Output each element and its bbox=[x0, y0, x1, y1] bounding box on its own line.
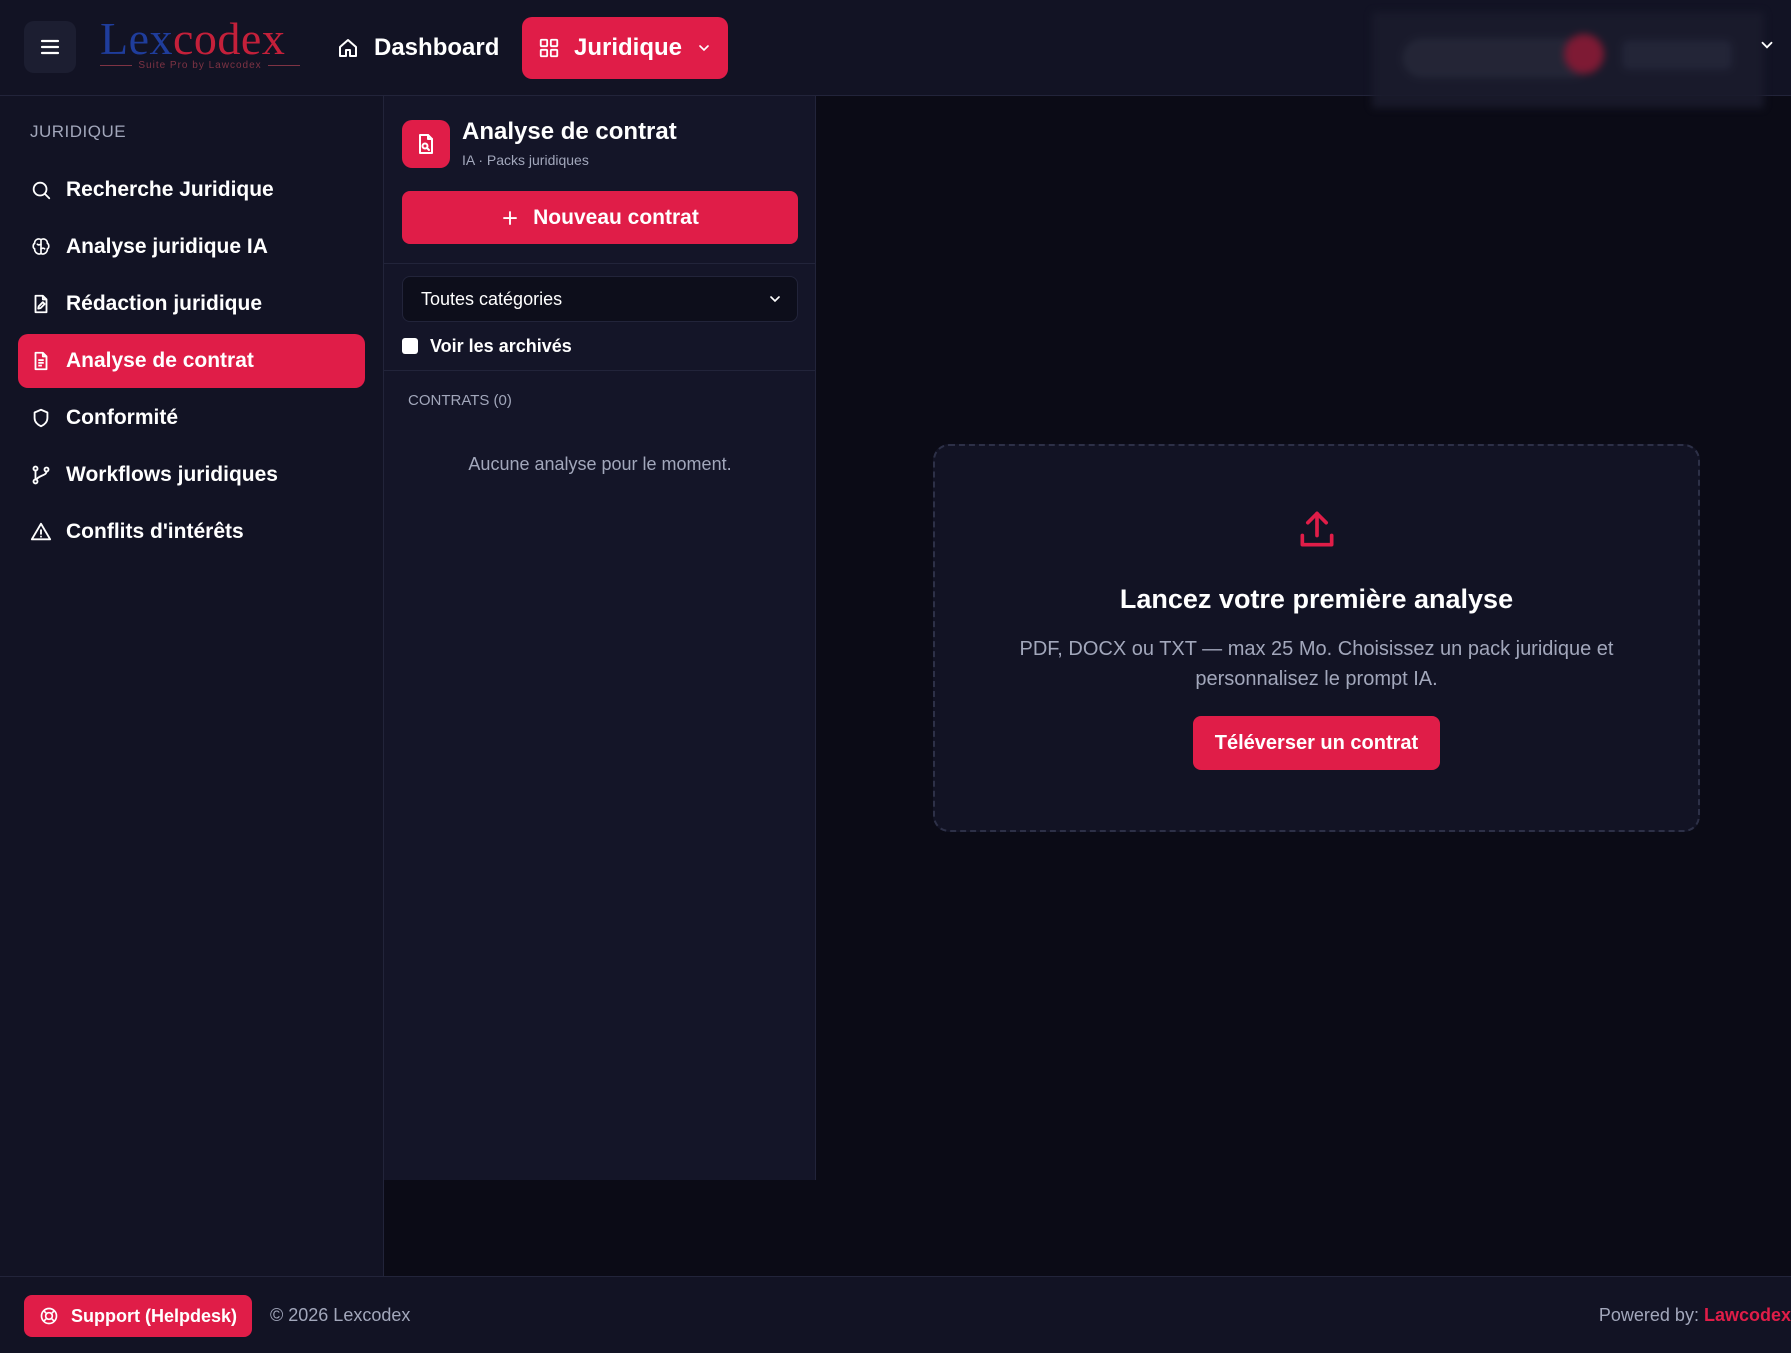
upload-title: Lancez votre première analyse bbox=[1119, 584, 1514, 614]
upload-contract-button[interactable]: Téléverser un contrat bbox=[1193, 716, 1440, 770]
logo-wordmark: Lexcodex bbox=[100, 13, 286, 64]
brain-icon bbox=[32, 238, 50, 255]
archive-toggle[interactable]: Voir les archivés bbox=[402, 334, 572, 358]
document-edit-icon bbox=[34, 294, 48, 314]
powered-by-link[interactable]: Lawcodex bbox=[1704, 1305, 1791, 1325]
sidebar-section-title: JURIDIQUE bbox=[30, 122, 127, 141]
chevron-down-icon bbox=[699, 45, 709, 52]
sidebar-item-redaction[interactable]: Rédaction juridique bbox=[18, 277, 365, 331]
contracts-panel: Analyse de contrat IA · Packs juridiques… bbox=[384, 96, 816, 1180]
home-icon bbox=[339, 39, 357, 57]
copyright-text: © 2026 Lexcodex bbox=[270, 1305, 411, 1325]
category-select[interactable]: Toutes catégories bbox=[402, 276, 798, 322]
archive-label: Voir les archivés bbox=[430, 335, 572, 356]
sidebar: JURIDIQUE Recherche Juridique Analyse ju… bbox=[0, 96, 384, 1276]
plus-icon bbox=[503, 210, 518, 225]
chevron-down-icon bbox=[770, 296, 780, 303]
search-icon bbox=[32, 181, 51, 200]
warning-icon bbox=[30, 522, 52, 541]
sidebar-item-recherche[interactable]: Recherche Juridique bbox=[18, 163, 365, 217]
new-contract-button[interactable]: Nouveau contrat bbox=[402, 191, 798, 244]
top-bar: Lexcodex Suite Pro by Lawcodex Dashboard… bbox=[0, 0, 1791, 108]
upload-description: PDF, DOCX ou TXT — max 25 Mo. Choisissez… bbox=[1019, 638, 1614, 690]
nav-dashboard-label: Dashboard bbox=[374, 34, 500, 61]
app-logo[interactable]: Lexcodex Suite Pro by Lawcodex bbox=[100, 14, 300, 76]
lifebuoy-icon bbox=[40, 1307, 58, 1325]
branch-icon bbox=[32, 465, 50, 485]
sidebar-item-workflows[interactable]: Workflows juridiques bbox=[18, 448, 365, 502]
sidebar-item-analyse-contrat[interactable]: Analyse de contrat bbox=[18, 334, 365, 388]
nav-dashboard[interactable]: Dashboard bbox=[336, 28, 499, 68]
panel-subtitle: IA · Packs juridiques bbox=[462, 152, 589, 168]
contract-analysis-icon bbox=[402, 120, 450, 168]
panel-divider bbox=[384, 370, 816, 371]
user-account-area[interactable] bbox=[1372, 12, 1764, 108]
nav-juridique-dropdown[interactable]: Juridique bbox=[522, 17, 728, 79]
grid-icon bbox=[539, 38, 559, 58]
hamburger-icon bbox=[40, 39, 60, 55]
panel-title: Analyse de contrat bbox=[462, 118, 677, 145]
upload-icon bbox=[1300, 511, 1334, 547]
empty-state-message: Aucune analyse pour le moment. bbox=[468, 454, 732, 474]
menu-toggle-button[interactable] bbox=[24, 21, 76, 73]
sidebar-item-conformite[interactable]: Conformité bbox=[18, 391, 365, 445]
powered-by: Powered by: Lawcodex bbox=[1598, 1305, 1791, 1325]
support-helpdesk-button[interactable]: Support (Helpdesk) bbox=[24, 1295, 252, 1337]
document-text-icon bbox=[34, 351, 48, 371]
contracts-count-label: CONTRATS (0) bbox=[408, 392, 512, 409]
shield-icon bbox=[33, 408, 49, 428]
sidebar-item-conflits[interactable]: Conflits d'intérêts bbox=[18, 505, 365, 559]
upload-dropzone[interactable]: Lancez votre première analyse PDF, DOCX … bbox=[933, 444, 1700, 832]
sidebar-item-analyse-ia[interactable]: Analyse juridique IA bbox=[18, 220, 365, 274]
archive-checkbox[interactable] bbox=[402, 338, 418, 354]
category-select-value: Toutes catégories bbox=[421, 288, 563, 309]
footer: Support (Helpdesk) © 2026 Lexcodex Power… bbox=[0, 1276, 1791, 1353]
panel-divider bbox=[384, 263, 816, 264]
nav-juridique-label: Juridique bbox=[573, 34, 682, 61]
account-chevron-down-icon[interactable] bbox=[1758, 36, 1776, 54]
